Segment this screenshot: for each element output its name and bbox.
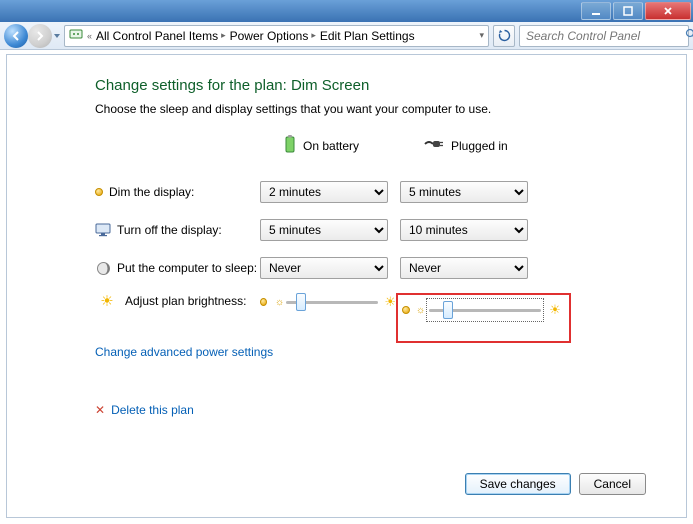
brightness-battery-slider[interactable]	[286, 293, 378, 311]
delete-plan-link[interactable]: Delete this plan	[111, 403, 194, 417]
row-brightness: ☀ Adjust plan brightness: ☼ ☀ ☼	[95, 287, 686, 325]
breadcrumb-item-power[interactable]: Power Options ▸	[230, 29, 316, 43]
control-panel-icon	[69, 27, 83, 44]
chevron-right-icon: ▸	[221, 30, 226, 41]
page-subtitle: Choose the sleep and display settings th…	[95, 102, 686, 116]
search-input[interactable]	[524, 28, 685, 44]
row-dim-display: Dim the display: 2 minutes 5 minutes	[95, 173, 686, 211]
chevron-left-icon: «	[87, 31, 92, 41]
chevron-right-icon: ▸	[311, 30, 316, 41]
window-titlebar	[0, 0, 693, 22]
sleep-label: Put the computer to sleep:	[117, 261, 257, 275]
sun-small-icon: ☼	[416, 305, 425, 316]
dim-battery-select[interactable]: 2 minutes	[260, 181, 388, 203]
refresh-button[interactable]	[493, 25, 515, 47]
col-on-battery: On battery	[283, 134, 423, 157]
search-box[interactable]	[519, 25, 689, 47]
nav-forward-button[interactable]	[28, 24, 52, 48]
sun-large-icon: ☀	[549, 302, 561, 318]
delete-icon: ✕	[95, 403, 105, 417]
breadcrumb-item-all[interactable]: All Control Panel Items ▸	[96, 29, 226, 43]
breadcrumb-item-edit[interactable]: Edit Plan Settings	[320, 29, 415, 43]
brightness-label: Adjust plan brightness:	[125, 294, 246, 308]
page-title: Change settings for the plan: Dim Screen	[95, 77, 686, 94]
dim-label: Dim the display:	[109, 185, 194, 199]
breadcrumb-bar[interactable]: « All Control Panel Items ▸ Power Option…	[64, 25, 489, 47]
chevron-down-icon[interactable]: ▾	[479, 30, 484, 41]
sun-icon: ☀	[99, 293, 115, 309]
off-plugged-select[interactable]: 10 minutes	[400, 219, 528, 241]
sleep-battery-select[interactable]: Never	[260, 257, 388, 279]
moon-icon	[95, 260, 111, 276]
window-maximize-button[interactable]	[613, 2, 643, 20]
window-close-button[interactable]	[645, 2, 691, 20]
off-label: Turn off the display:	[117, 223, 222, 237]
brightness-battery-bullet	[260, 298, 267, 306]
search-icon[interactable]	[685, 28, 693, 44]
col-plugged-in: Plugged in	[423, 137, 563, 154]
column-headers: On battery Plugged in	[255, 134, 686, 157]
highlight-rectangle: ☼ ☀	[396, 293, 571, 343]
plug-icon	[423, 137, 445, 154]
col-battery-label: On battery	[303, 139, 359, 153]
sun-small-icon: ☼	[275, 297, 284, 308]
content-pane: Change settings for the plan: Dim Screen…	[6, 54, 687, 518]
battery-icon	[283, 134, 297, 157]
cancel-button[interactable]: Cancel	[579, 473, 646, 495]
row-off-display: Turn off the display: 5 minutes 10 minut…	[95, 211, 686, 249]
brightness-plugged-slider[interactable]	[429, 301, 541, 319]
save-button[interactable]: Save changes	[465, 473, 571, 495]
brightness-plugged-bullet	[402, 306, 410, 314]
window-minimize-button[interactable]	[581, 2, 611, 20]
off-battery-select[interactable]: 5 minutes	[260, 219, 388, 241]
row-sleep: Put the computer to sleep: Never Never	[95, 249, 686, 287]
nav-back-button[interactable]	[4, 24, 28, 48]
monitor-icon	[95, 222, 111, 238]
sleep-plugged-select[interactable]: Never	[400, 257, 528, 279]
dim-plugged-select[interactable]: 5 minutes	[400, 181, 528, 203]
advanced-settings-link[interactable]: Change advanced power settings	[95, 345, 273, 359]
nav-history-dropdown[interactable]	[54, 34, 60, 38]
dim-icon	[95, 188, 103, 196]
col-plugged-label: Plugged in	[451, 139, 508, 153]
dialog-buttons: Save changes Cancel	[465, 473, 646, 495]
sun-large-icon: ☀	[384, 294, 396, 310]
explorer-toolbar: « All Control Panel Items ▸ Power Option…	[0, 22, 693, 50]
